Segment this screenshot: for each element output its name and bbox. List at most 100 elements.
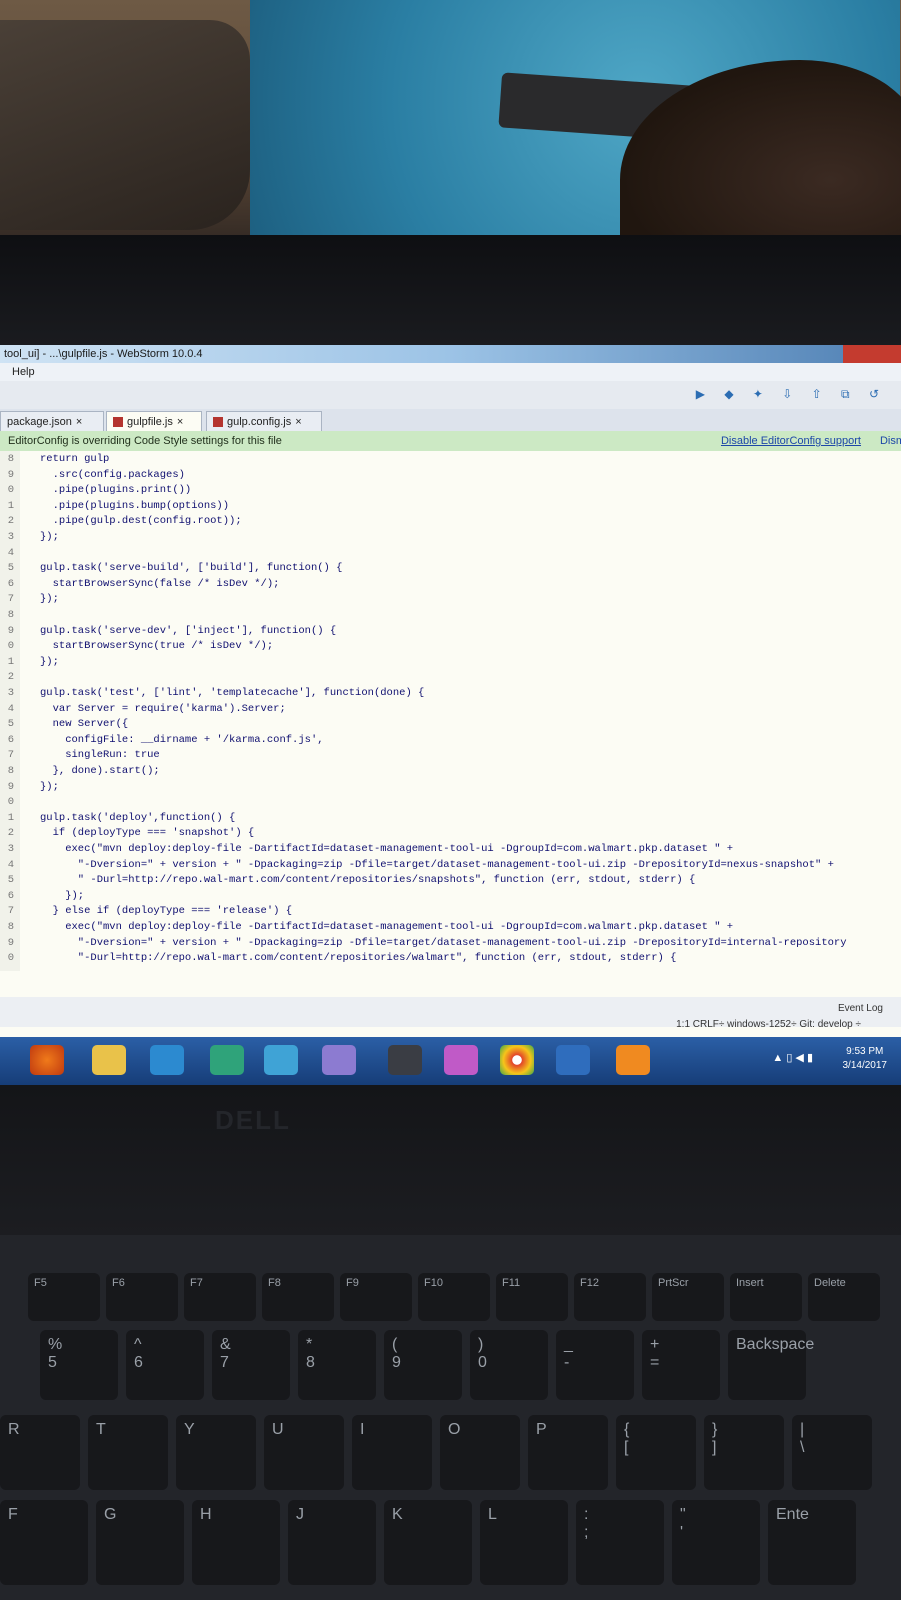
app-icon[interactable] <box>322 1045 356 1075</box>
line-number: 1 <box>7 811 14 824</box>
line-number: 6 <box>7 577 14 590</box>
line-number: 9 <box>7 468 14 481</box>
line-number: 8 <box>7 921 14 933</box>
close-icon[interactable]: × <box>177 416 183 428</box>
code-text: var Server = require('karma').Server; <box>40 702 286 715</box>
keyboard-key: | \ <box>792 1415 872 1490</box>
code-line[interactable]: 5 gulp.task('serve-build', ['build'], fun… <box>0 560 901 576</box>
line-number: 0 <box>7 952 14 965</box>
code-line[interactable]: 4 <box>0 545 901 561</box>
close-icon[interactable]: × <box>76 416 82 428</box>
line-number: 2 <box>7 671 14 684</box>
code-line[interactable]: 7 } else if (deployType === 'release') { <box>0 903 901 919</box>
code-text: .pipe(plugins.bump(options)) <box>40 499 230 512</box>
app-icon[interactable] <box>210 1045 244 1075</box>
code-line[interactable]: 9 .src(config.packages) <box>0 467 901 483</box>
code-text: } else if (deployType === 'release') { <box>40 905 293 918</box>
close-icon[interactable]: × <box>295 416 301 428</box>
code-line[interactable]: 9 "-Dversion=" + version + " -Dpackaging… <box>0 935 901 951</box>
run-toolbar-icons[interactable]: ▶ ◆ ✦ ⇩ ⇧ ⧉ ↺ <box>696 387 887 402</box>
code-line[interactable]: 8 }, done).start(); <box>0 763 901 779</box>
terminal-icon[interactable] <box>388 1045 422 1075</box>
code-line[interactable]: 3 gulp.task('test', ['lint', 'templatecac… <box>0 685 901 701</box>
code-line[interactable]: 2 .pipe(gulp.dest(config.root)); <box>0 513 901 529</box>
code-line[interactable]: 0 "-Durl=http://repo.wal-mart.com/conten… <box>0 950 901 966</box>
code-text: exec("mvn deploy:deploy-file -DartifactI… <box>40 843 734 855</box>
keyboard-key: Y <box>176 1415 256 1490</box>
keyboard-key: * 8 <box>298 1330 376 1400</box>
keyboard-key: } ] <box>704 1415 784 1490</box>
code-line[interactable]: 1}); <box>0 654 901 670</box>
disable-editorconfig-link[interactable]: Disable EditorConfig support <box>721 431 861 451</box>
keyboard-key: ( 9 <box>384 1330 462 1400</box>
code-line[interactable]: 9 gulp.task('serve-dev', ['inject'], func… <box>0 623 901 639</box>
code-line[interactable]: 6 }); <box>0 888 901 904</box>
code-text: gulp.task('serve-dev', ['inject'], funct… <box>40 624 337 637</box>
code-line[interactable]: 3}); <box>0 529 901 545</box>
code-line[interactable]: 2 <box>0 669 901 685</box>
line-number: 0 <box>7 796 14 809</box>
dismiss-link[interactable]: Dism <box>880 431 901 451</box>
code-line[interactable]: 4 "-Dversion=" + version + " -Dpackaging… <box>0 857 901 873</box>
system-tray-icons[interactable]: ▲ ▯ ◀ ▮ <box>772 1051 813 1064</box>
keyboard-key: " ' <box>672 1500 760 1585</box>
clock-date: 3/14/2017 <box>842 1060 888 1071</box>
code-line[interactable]: 4 var Server = require('karma').Server; <box>0 701 901 717</box>
code-text: " -Durl=http://repo.wal-mart.com/content… <box>40 874 696 887</box>
app-icon[interactable] <box>556 1045 590 1075</box>
code-text: }); <box>40 780 59 793</box>
keyboard-key: % 5 <box>40 1330 118 1400</box>
code-text: startBrowserSync(false /* isDev */); <box>40 577 280 590</box>
tab-gulp-config-js[interactable]: gulp.config.js × <box>206 411 322 431</box>
tab-label: gulp.config.js <box>227 416 292 428</box>
menu-help[interactable]: Help <box>12 366 35 378</box>
line-number: 3 <box>7 687 14 699</box>
code-line[interactable]: 1 gulp.task('deploy',function() { <box>0 810 901 826</box>
keyboard-key: _ - <box>556 1330 634 1400</box>
app-icon[interactable] <box>444 1045 478 1075</box>
editorconfig-notice: EditorConfig is overriding Code Style se… <box>0 431 901 451</box>
code-editor[interactable]: 8 return gulp 9 .src(config.packages) 0 .pi… <box>0 451 901 971</box>
window-controls[interactable] <box>843 345 901 363</box>
code-line[interactable]: 7}); <box>0 591 901 607</box>
code-line[interactable]: 6 startBrowserSync(false /* isDev */); <box>0 576 901 592</box>
code-text: .pipe(plugins.print()) <box>40 484 192 497</box>
keyboard-key: PrtScr <box>652 1273 724 1321</box>
laptop-bezel-bottom: DELL <box>0 1085 901 1235</box>
webstorm-icon[interactable] <box>264 1045 298 1075</box>
firefox-icon[interactable] <box>30 1045 64 1075</box>
keyboard-key: F12 <box>574 1273 646 1321</box>
tab-gulpfile-js[interactable]: gulpfile.js × <box>106 411 202 431</box>
code-line[interactable]: 2 if (deployType === 'snapshot') { <box>0 825 901 841</box>
code-line[interactable]: 3 exec("mvn deploy:deploy-file -Dartifac… <box>0 841 901 857</box>
line-number: 9 <box>7 780 14 793</box>
skype-icon[interactable] <box>150 1045 184 1075</box>
line-number: 8 <box>7 453 14 465</box>
line-number: 5 <box>7 874 14 887</box>
code-line[interactable]: 6 configFile: __dirname + '/karma.conf.j… <box>0 732 901 748</box>
code-line[interactable]: 0 startBrowserSync(true /* isDev */); <box>0 638 901 654</box>
line-number: 2 <box>7 827 14 840</box>
code-line[interactable]: 0 <box>0 794 901 810</box>
chrome-icon[interactable] <box>500 1045 534 1075</box>
keyboard-key: ^ 6 <box>126 1330 204 1400</box>
explorer-icon[interactable] <box>92 1045 126 1075</box>
office-icon[interactable] <box>616 1045 650 1075</box>
taskbar-clock[interactable]: 9:53 PM 3/14/2017 <box>843 1045 888 1073</box>
code-line[interactable]: 1 .pipe(plugins.bump(options)) <box>0 498 901 514</box>
code-line[interactable]: 8 <box>0 607 901 623</box>
code-line[interactable]: 5 " -Durl=http://repo.wal-mart.com/conte… <box>0 872 901 888</box>
line-number: 8 <box>7 765 14 777</box>
code-line[interactable]: 8 return gulp <box>0 451 901 467</box>
line-number: 1 <box>7 655 14 668</box>
code-line[interactable]: 7 singleRun: true <box>0 747 901 763</box>
code-line[interactable]: 0 .pipe(plugins.print()) <box>0 482 901 498</box>
tab-package-json[interactable]: package.json × <box>0 411 104 431</box>
code-line[interactable]: 8 exec("mvn deploy:deploy-file -Dartifac… <box>0 919 901 935</box>
code-text: configFile: __dirname + '/karma.conf.js'… <box>40 733 324 746</box>
keyboard-key: : ; <box>576 1500 664 1585</box>
event-log-button[interactable]: Event Log <box>838 1003 883 1014</box>
code-line[interactable]: 9}); <box>0 779 901 795</box>
code-line[interactable]: 5 new Server({ <box>0 716 901 732</box>
editor-tabs: package.json × gulpfile.js × gulp.config.j… <box>0 409 901 431</box>
